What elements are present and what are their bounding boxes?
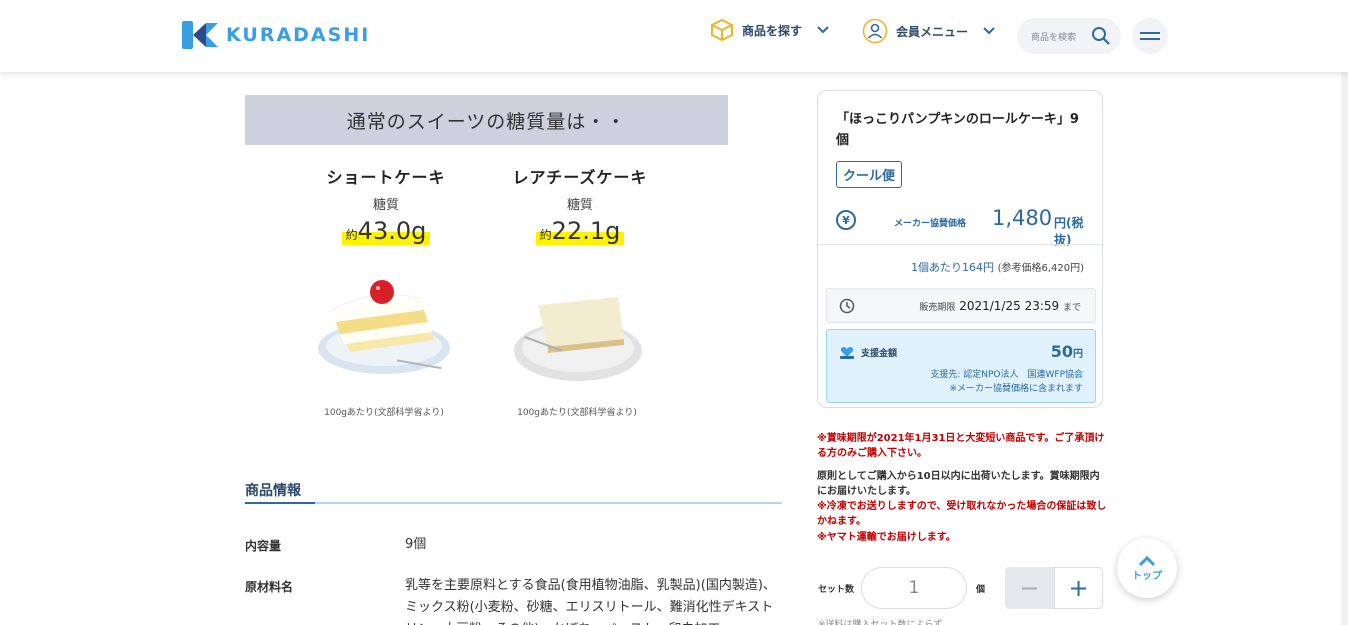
deadline-value: 2021/1/25 23:59 [959,299,1060,313]
support-label: 支援金額 [861,349,898,359]
logo-mark-icon [182,21,218,49]
deadline-text: 販売期限 2021/1/25 23:59 まで [919,299,1081,313]
nav-member-menu[interactable]: 会員メニュー [862,18,996,44]
product-title: 「ほっこりパンプキンのロールケーキ」9個 [836,112,1079,148]
frozen-notice: ※冷凍でお送りしますので、受け取れなかった場合の保証は致しかねます。 [817,501,1107,527]
info-value-quantity: 9個 [405,537,427,552]
support-amount: 50円 [1051,342,1083,361]
cake-value-prefix: 約 [345,228,358,242]
price-unit: 円(税抜) [1054,216,1084,247]
nav-search-items-label: 商品を探す [742,23,803,38]
increment-button[interactable]: + [1054,567,1103,609]
product-purchase-card: 「ほっこりパンプキンのロールケーキ」9個 クール便 ¥ メーカー協賛価格 1,4… [817,90,1103,408]
back-to-top-label: トップ [1132,570,1162,582]
reference-price: (参考価格6,420円) [997,263,1084,274]
cake-value-number: 43.0g [357,217,427,245]
cake-column-cheesecake: レアチーズケーキ 糖質 約22.1g [495,164,665,245]
cake-column-shortcake: ショートケーキ 糖質 約43.0g [301,164,471,245]
per-unit-value: 1個あたり164円 [911,261,995,274]
logo-text: KURADASHI [226,24,371,46]
user-icon [862,18,888,44]
section-divider [245,502,782,504]
clock-icon [839,298,855,314]
search-placeholder: 商品を検索 [1031,32,1077,43]
cake-value: 約22.1g [535,217,625,245]
hamburger-line [1140,32,1160,34]
search-icon[interactable] [1091,26,1111,46]
yen-icon: ¥ [836,210,856,230]
card-divider [818,244,1102,245]
chevron-down-icon [817,26,829,34]
kuradashi-logo[interactable]: KURADASHI [182,21,370,49]
cake-name: ショートケーキ [326,168,446,187]
cheesecake-image [514,293,642,381]
cake-note: 100gあたり(文部科学省より) [324,408,444,418]
product-info-title: 商品情報 [245,483,301,499]
cake-value-number: 22.1g [551,217,621,245]
price-row: ¥ メーカー協賛価格 1,480 円(税抜) [836,206,1086,247]
chevron-down-icon [983,27,995,35]
cake-sub: 糖質 [372,198,399,213]
nav-search-items[interactable]: 商品を探す [710,18,830,42]
per-unit-price: 1個あたり164円 (参考価格6,420円) [911,259,1084,275]
cake-note: 100gあたり(文部科学省より) [517,408,637,418]
price-label: メーカー協賛価格 [894,219,967,229]
support-note: ※メーカー協賛価格に含まれます [949,384,1083,394]
hamburger-line [1140,38,1160,40]
info-label-quantity: 内容量 [245,539,282,553]
box-icon [711,18,733,42]
cool-delivery-badge: クール便 [836,161,903,188]
expiry-notice: ※賞味期限が2021年1月31日と大変短い商品です。ご了承頂ける方のみご購入下さ… [817,433,1105,459]
price-value: 1,480 [992,206,1053,230]
unit-label: 個 [976,585,986,595]
support-amount-unit: 円 [1073,349,1083,360]
page-scrollbar[interactable] [1341,72,1348,625]
search-input[interactable]: 商品を検索 [1017,18,1121,54]
quantity-input[interactable]: 1 [861,567,967,609]
deadline-label: 販売期限 [919,303,956,313]
section-divider-accent [245,502,315,504]
info-value-ingredients: 乳等を主要原料とする食品(食用植物油脂、乳製品)(国内製造)、ミックス粉(小麦粉… [405,578,776,625]
deadline-tail: まで [1062,303,1081,313]
cake-value-prefix: 約 [539,228,552,242]
shortcake-image [318,280,450,374]
carrier-notice: ※ヤマト運輸でお届けします。 [817,532,956,543]
shipping-notice: 原則としてご購入から10日以内に出荷いたします。賞味期限内にお届けいたします。 [817,471,1100,497]
cake-value: 約43.0g [341,217,431,245]
support-amount-box: 支援金額 50円 支援先: 認定NPO法人 国連WFP協会 ※メーカー協賛価格に… [826,329,1096,403]
heart-hand-icon [840,347,854,359]
hamburger-menu-button[interactable] [1132,18,1168,54]
shipping-fee-note: ※送料は購入セット数によらず [818,620,943,625]
cake-name: レアチーズケーキ [512,168,648,187]
decrement-button[interactable]: − [1005,567,1054,609]
support-amount-value: 50 [1050,342,1073,361]
sugar-banner: 通常のスイーツの糖質量は・・ [245,95,728,145]
nav-member-menu-label: 会員メニュー [896,24,969,39]
sale-deadline-box: 販売期限 2021/1/25 23:59 まで [826,288,1096,323]
info-label-ingredients: 原材料名 [245,580,294,594]
back-to-top-button[interactable]: トップ [1117,538,1177,598]
site-header: KURADASHI 商品を探す 会員メニュー 商品を検索 [0,0,1348,72]
set-count-label: セット数 [818,585,855,595]
chevron-up-icon [1138,555,1156,566]
support-destination: 支援先: 認定NPO法人 国連WFP協会 [930,370,1083,380]
cake-sub: 糖質 [566,198,593,213]
